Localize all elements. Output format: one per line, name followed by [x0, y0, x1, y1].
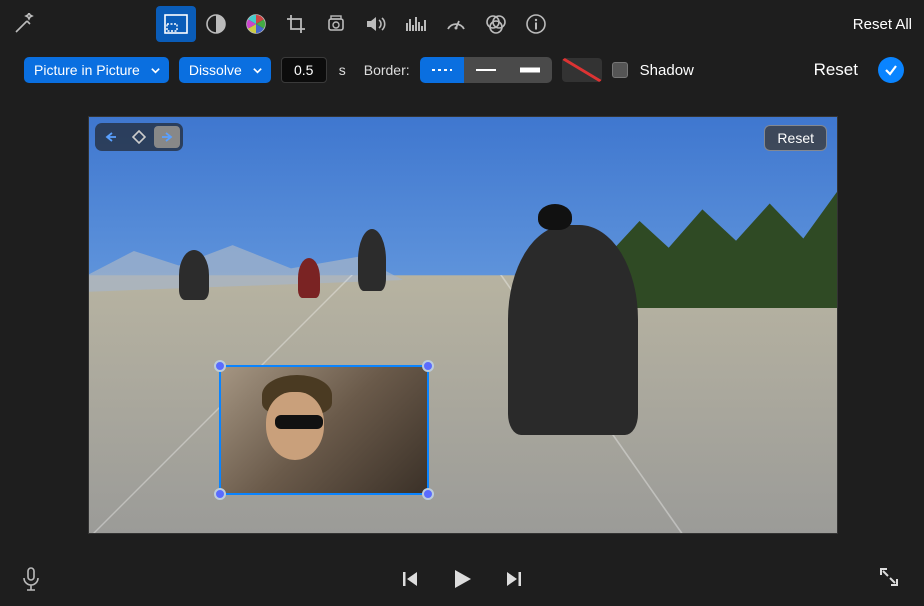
pip-content	[275, 415, 323, 429]
scene-trees	[613, 192, 837, 308]
border-thin-button[interactable]	[464, 57, 508, 83]
previous-frame-button[interactable]	[400, 569, 420, 589]
viewer-back-button[interactable]	[98, 126, 124, 148]
border-color-swatch[interactable]	[562, 58, 602, 82]
border-style-segment	[420, 57, 552, 83]
pip-overlay[interactable]	[219, 365, 429, 495]
microphone-icon[interactable]	[20, 566, 46, 592]
noise-reduction-icon[interactable]	[396, 6, 436, 42]
resize-handle-bl[interactable]	[214, 488, 226, 500]
crop-icon[interactable]	[276, 6, 316, 42]
overlay-options-bar: Picture in Picture Dissolve 0.5 s Border…	[0, 48, 924, 92]
scene-figure	[508, 225, 638, 435]
viewer-reset-button[interactable]: Reset	[764, 125, 827, 151]
chevron-down-icon	[252, 65, 263, 76]
overlay-mode-label: Picture in Picture	[34, 62, 140, 78]
filter-icon[interactable]	[476, 6, 516, 42]
stabilize-icon[interactable]	[316, 6, 356, 42]
reset-overlay-button[interactable]: Reset	[814, 60, 858, 80]
transport-bar	[0, 552, 924, 606]
info-icon[interactable]	[516, 6, 556, 42]
check-icon	[883, 62, 899, 78]
color-balance-icon[interactable]	[196, 6, 236, 42]
color-wheel-icon[interactable]	[236, 6, 276, 42]
resize-handle-tl[interactable]	[214, 360, 226, 372]
viewer-forward-button[interactable]	[154, 126, 180, 148]
magic-wand-icon[interactable]	[12, 12, 36, 36]
viewer-swap-button[interactable]	[126, 126, 152, 148]
chevron-down-icon	[150, 65, 161, 76]
apply-button[interactable]	[878, 57, 904, 83]
shadow-label: Shadow	[640, 62, 694, 79]
scene-figure	[358, 229, 386, 291]
fullscreen-button[interactable]	[878, 566, 904, 592]
next-frame-button[interactable]	[504, 569, 524, 589]
play-button[interactable]	[450, 567, 474, 591]
border-none-button[interactable]	[420, 57, 464, 83]
reset-all-button[interactable]: Reset All	[853, 16, 912, 33]
transition-mode-label: Dissolve	[189, 62, 242, 78]
seconds-unit-label: s	[339, 62, 346, 78]
overlay-icon[interactable]	[156, 6, 196, 42]
shadow-checkbox[interactable]	[612, 62, 628, 78]
scene-figure	[179, 250, 209, 300]
transition-mode-dropdown[interactable]: Dissolve	[179, 57, 271, 83]
resize-handle-tr[interactable]	[422, 360, 434, 372]
resize-handle-br[interactable]	[422, 488, 434, 500]
border-thick-button[interactable]	[508, 57, 552, 83]
viewer-side-controls	[95, 123, 183, 151]
inspector-toolbar: Reset All	[0, 0, 924, 48]
volume-icon[interactable]	[356, 6, 396, 42]
preview-viewer[interactable]: Reset	[88, 116, 838, 534]
overlay-mode-dropdown[interactable]: Picture in Picture	[24, 57, 169, 83]
scene-helmet	[538, 204, 572, 230]
border-label: Border:	[364, 62, 410, 78]
transport-controls	[400, 567, 524, 591]
scene-figure	[298, 258, 320, 298]
speed-icon[interactable]	[436, 6, 476, 42]
transition-duration-input[interactable]: 0.5	[281, 57, 327, 83]
